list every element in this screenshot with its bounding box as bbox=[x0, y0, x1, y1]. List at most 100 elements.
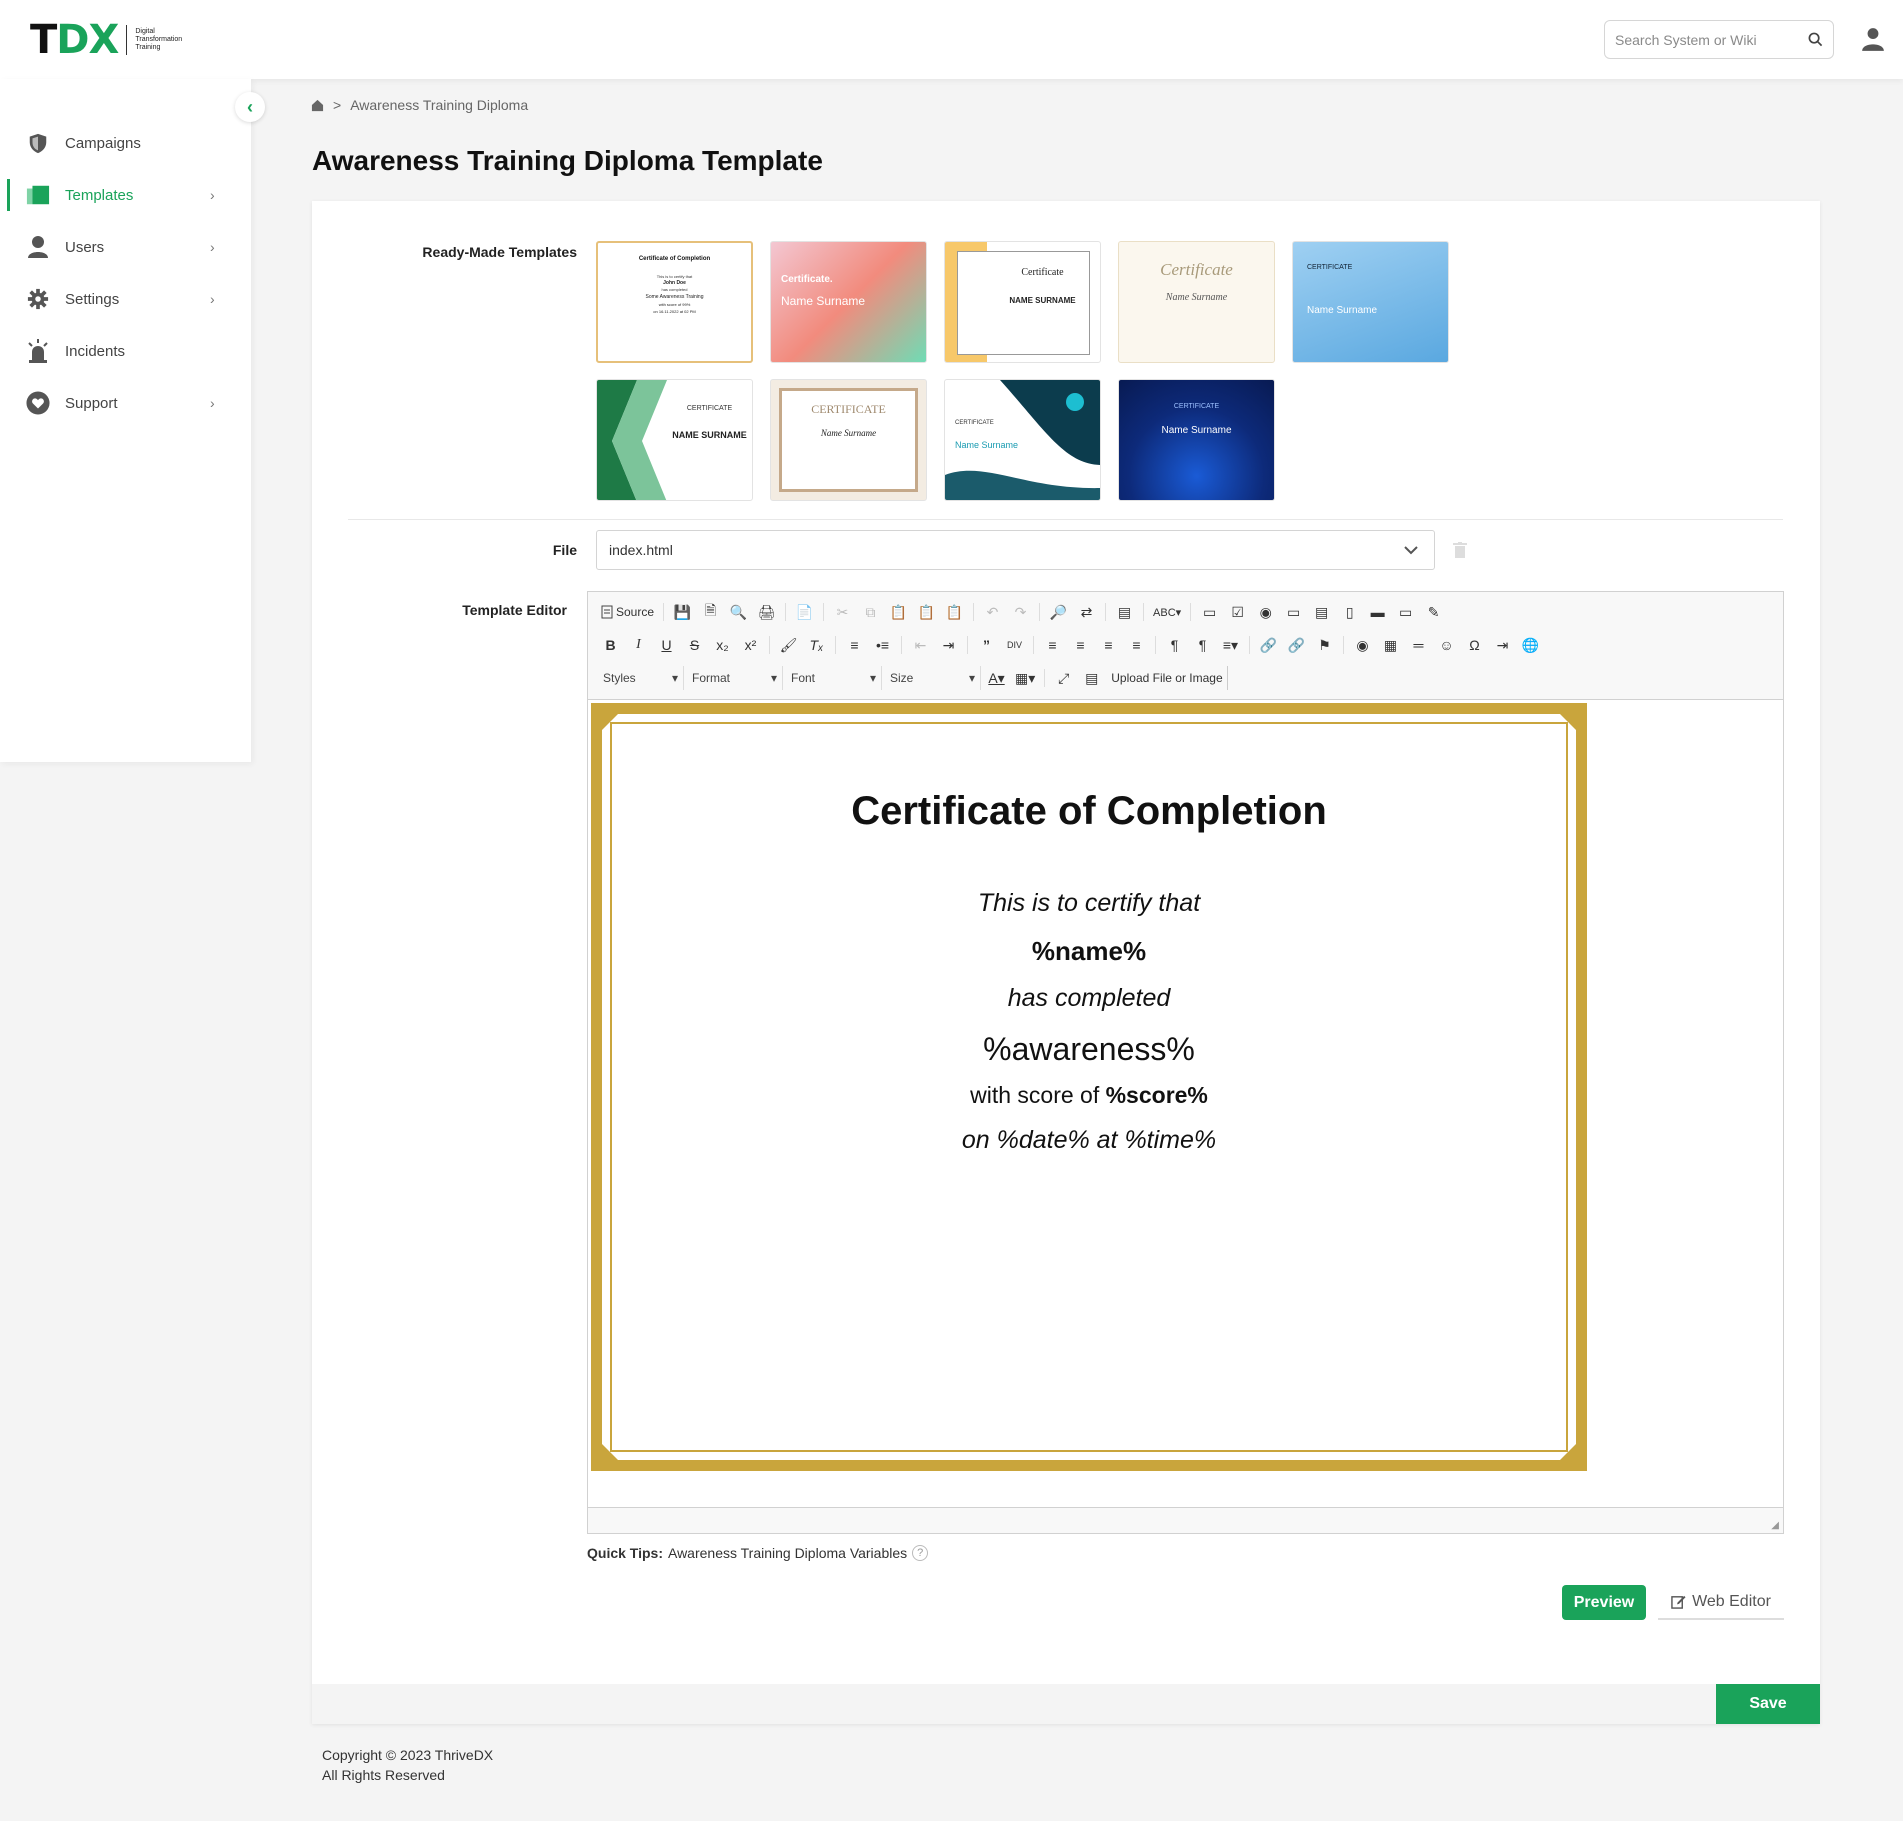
bulleted-list-icon[interactable]: •≡ bbox=[870, 633, 895, 657]
collapse-sidebar-button[interactable]: ‹ bbox=[235, 92, 265, 122]
template-thumb-3[interactable]: Certificate NAME SURNAME bbox=[944, 241, 1101, 363]
table-icon[interactable]: ▦ bbox=[1378, 633, 1403, 657]
new-page-icon[interactable]: 🗎 bbox=[698, 600, 723, 624]
link-icon[interactable]: 🔗 bbox=[1256, 633, 1281, 657]
preview-doc-icon[interactable]: 🔍 bbox=[726, 600, 751, 624]
strikethrough-icon[interactable]: S bbox=[682, 633, 707, 657]
trash-icon[interactable] bbox=[1453, 542, 1467, 558]
form-icon[interactable]: ▭ bbox=[1197, 600, 1222, 624]
replace-icon[interactable]: ⇄ bbox=[1074, 600, 1099, 624]
copy-format-icon[interactable]: 🖌 bbox=[776, 633, 801, 657]
subscript-icon[interactable]: x₂ bbox=[710, 633, 735, 657]
align-left-icon[interactable]: ≡ bbox=[1040, 633, 1065, 657]
template-thumb-5[interactable]: CERTIFICATE Name Surname bbox=[1292, 241, 1449, 363]
save-doc-icon[interactable]: 💾 bbox=[670, 600, 695, 624]
sidebar-item-campaigns[interactable]: Campaigns bbox=[0, 123, 251, 163]
template-thumb-8[interactable]: CERTIFICATE Name Surname bbox=[944, 379, 1101, 501]
undo-icon[interactable]: ↶ bbox=[980, 600, 1005, 624]
div-container-icon[interactable]: DIV bbox=[1002, 633, 1027, 657]
file-select[interactable]: index.html bbox=[596, 530, 1435, 570]
select-field-icon[interactable]: ▯ bbox=[1337, 600, 1362, 624]
print-icon[interactable]: 🖨 bbox=[754, 600, 779, 624]
radio-icon[interactable]: ◉ bbox=[1253, 600, 1278, 624]
tdx-logo[interactable]: TDX Digital Transformation Training bbox=[30, 20, 205, 60]
smiley-icon[interactable]: ☺ bbox=[1434, 633, 1459, 657]
template-thumb-1[interactable]: Certificate of Completion This is to cer… bbox=[596, 241, 753, 363]
justify-icon[interactable]: ≡ bbox=[1124, 633, 1149, 657]
select-all-icon[interactable]: ▤ bbox=[1112, 600, 1137, 624]
outdent-icon[interactable]: ⇤ bbox=[908, 633, 933, 657]
resize-handle-icon[interactable]: ◢ bbox=[1771, 1520, 1779, 1531]
maximize-icon[interactable]: ⤢ bbox=[1051, 666, 1076, 690]
sidebar-item-incidents[interactable]: Incidents bbox=[0, 331, 251, 371]
remove-format-icon[interactable]: Tₓ bbox=[804, 633, 829, 657]
user-profile-icon[interactable] bbox=[1860, 26, 1886, 52]
checkbox-icon[interactable]: ☑ bbox=[1225, 600, 1250, 624]
show-blocks-icon[interactable]: ▤ bbox=[1079, 666, 1104, 690]
template-thumb-title: Certificate bbox=[1021, 267, 1064, 278]
size-dropdown[interactable]: Size ▾ bbox=[885, 666, 981, 690]
help-icon[interactable]: ? bbox=[912, 1545, 929, 1561]
template-thumb-title: CERTIFICATE bbox=[686, 405, 733, 412]
search-input[interactable] bbox=[1615, 31, 1808, 48]
editor-toolbar: Source 💾 🗎 🔍 🖨 📄 ✂ ⧉ 📋 📋 📋 ↶ ↷ 🔎 ⇄ ▤ ABC… bbox=[588, 592, 1783, 700]
template-thumb-9[interactable]: CERTIFICATE Name Surname bbox=[1118, 379, 1275, 501]
sidebar-item-settings[interactable]: Settings › bbox=[0, 279, 251, 319]
numbered-list-icon[interactable]: ≡ bbox=[842, 633, 867, 657]
search-icon[interactable] bbox=[1808, 32, 1823, 47]
editor-content[interactable]: Certificate of Completion This is to cer… bbox=[588, 700, 1783, 1505]
preview-button[interactable]: Preview bbox=[1562, 1585, 1646, 1620]
format-dropdown[interactable]: Format ▾ bbox=[687, 666, 783, 690]
sidebar-item-support[interactable]: Support › bbox=[0, 383, 251, 423]
flash-icon[interactable]: ◉ bbox=[1350, 633, 1375, 657]
page-break-icon[interactable]: ⇥ bbox=[1490, 633, 1515, 657]
sidebar-item-users[interactable]: Users › bbox=[0, 227, 251, 267]
paste-word-icon[interactable]: 📋 bbox=[942, 600, 967, 624]
text-color-icon[interactable]: A▾ bbox=[984, 666, 1009, 690]
sidebar-item-label: Settings bbox=[65, 290, 120, 308]
template-thumb-7[interactable]: CERTIFICATE Name Surname bbox=[770, 379, 927, 501]
indent-icon[interactable]: ⇥ bbox=[936, 633, 961, 657]
textarea-icon[interactable]: ▤ bbox=[1309, 600, 1334, 624]
image-button-icon[interactable]: ▭ bbox=[1393, 600, 1418, 624]
underline-icon[interactable]: U bbox=[654, 633, 679, 657]
rtl-icon[interactable]: ¶ bbox=[1190, 633, 1215, 657]
spellcheck-icon[interactable]: ABC▾ bbox=[1150, 600, 1184, 624]
italic-icon[interactable]: I bbox=[626, 633, 651, 657]
unlink-icon[interactable]: 🔗 bbox=[1284, 633, 1309, 657]
anchor-icon[interactable]: ⚑ bbox=[1312, 633, 1337, 657]
iframe-icon[interactable]: 🌐 bbox=[1518, 633, 1543, 657]
paste-icon[interactable]: 📋 bbox=[886, 600, 911, 624]
align-right-icon[interactable]: ≡ bbox=[1096, 633, 1121, 657]
hidden-field-icon[interactable]: ✎ bbox=[1421, 600, 1446, 624]
redo-icon[interactable]: ↷ bbox=[1008, 600, 1033, 624]
cut-icon[interactable]: ✂ bbox=[830, 600, 855, 624]
home-icon[interactable] bbox=[311, 99, 324, 112]
template-thumb-2[interactable]: Certificate. Name Surname bbox=[770, 241, 927, 363]
copy-icon[interactable]: ⧉ bbox=[858, 600, 883, 624]
upload-file-button[interactable]: Upload File or Image bbox=[1107, 666, 1228, 690]
save-button[interactable]: Save bbox=[1716, 1684, 1820, 1724]
horizontal-line-icon[interactable]: ═ bbox=[1406, 633, 1431, 657]
textfield-icon[interactable]: ▭ bbox=[1281, 600, 1306, 624]
template-thumb-6[interactable]: CERTIFICATE NAME SURNAME bbox=[596, 379, 753, 501]
bg-color-icon[interactable]: ▦▾ bbox=[1012, 666, 1038, 690]
source-button[interactable]: Source bbox=[598, 600, 657, 624]
align-center-icon[interactable]: ≡ bbox=[1068, 633, 1093, 657]
blockquote-icon[interactable]: ” bbox=[974, 633, 999, 657]
templates-doc-icon[interactable]: 📄 bbox=[792, 600, 817, 624]
superscript-icon[interactable]: x² bbox=[738, 633, 763, 657]
ltr-icon[interactable]: ¶ bbox=[1162, 633, 1187, 657]
quick-tips: Quick Tips: Awareness Training Diploma V… bbox=[587, 1545, 929, 1561]
button-field-icon[interactable]: ▬ bbox=[1365, 600, 1390, 624]
sidebar-item-templates[interactable]: Templates › bbox=[0, 175, 251, 215]
find-icon[interactable]: 🔎 bbox=[1046, 600, 1071, 624]
bold-icon[interactable]: B bbox=[598, 633, 623, 657]
font-dropdown[interactable]: Font ▾ bbox=[786, 666, 882, 690]
template-thumb-4[interactable]: Certificate Name Surname bbox=[1118, 241, 1275, 363]
styles-dropdown[interactable]: Styles ▾ bbox=[598, 666, 684, 690]
special-char-icon[interactable]: Ω bbox=[1462, 633, 1487, 657]
language-icon[interactable]: ≡▾ bbox=[1218, 633, 1243, 657]
paste-text-icon[interactable]: 📋 bbox=[914, 600, 939, 624]
web-editor-button[interactable]: Web Editor bbox=[1658, 1585, 1784, 1620]
